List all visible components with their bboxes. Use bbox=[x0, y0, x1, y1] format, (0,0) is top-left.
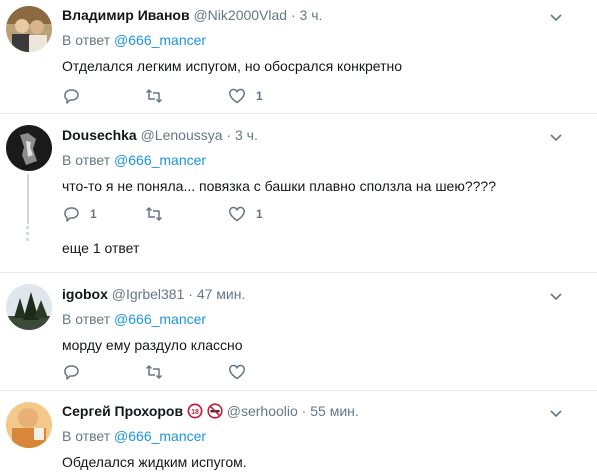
user-handle[interactable]: @Lenoussya bbox=[141, 127, 223, 143]
reply-prefix: В ответ bbox=[62, 311, 111, 327]
tweet-text: морду ему раздуло классно bbox=[62, 337, 243, 353]
separator-dot: · bbox=[188, 286, 193, 302]
reply-tweet[interactable]: Сергей Прохоров 18 @serhoolio · 55 мин. … bbox=[0, 391, 597, 472]
user-handle[interactable]: @Igrbel381 bbox=[112, 286, 185, 302]
show-more-replies-link[interactable]: еще 1 ответ bbox=[62, 240, 139, 256]
caret-down-icon[interactable] bbox=[549, 406, 565, 422]
retweet-button[interactable] bbox=[145, 205, 228, 223]
retweet-icon bbox=[145, 365, 163, 379]
tweet-header: Dousechka @Lenoussya · 3 ч. bbox=[62, 126, 587, 144]
like-count: 1 bbox=[256, 89, 263, 103]
retweet-button[interactable] bbox=[145, 87, 228, 105]
tweet-text: Обделался жидким испугом. bbox=[62, 454, 247, 470]
thread-dots bbox=[26, 226, 30, 244]
like-button[interactable] bbox=[228, 363, 311, 381]
user-name[interactable]: Dousechka bbox=[62, 127, 137, 143]
like-button[interactable]: 1 bbox=[228, 87, 311, 105]
user-name[interactable]: Сергей Прохоров bbox=[62, 403, 183, 419]
reply-button[interactable] bbox=[62, 87, 145, 105]
tweet-actions: 1 1 bbox=[62, 204, 311, 224]
timestamp[interactable]: 3 ч. bbox=[300, 7, 323, 23]
retweet-button[interactable] bbox=[145, 363, 228, 381]
mention-link[interactable]: @666_mancer bbox=[114, 152, 206, 168]
mention-link[interactable]: @666_mancer bbox=[114, 428, 206, 444]
user-handle[interactable]: @Nik2000Vlad bbox=[193, 7, 287, 23]
like-button[interactable]: 1 bbox=[228, 205, 311, 223]
tweet-actions: 1 bbox=[62, 86, 311, 106]
reply-prefix: В ответ bbox=[62, 152, 111, 168]
reply-icon bbox=[64, 207, 79, 222]
like-count: 1 bbox=[256, 207, 263, 221]
reply-button[interactable]: 1 bbox=[62, 205, 145, 223]
caret-down-icon[interactable] bbox=[549, 130, 565, 146]
tweet-header: Владимир Иванов @Nik2000Vlad · 3 ч. bbox=[62, 6, 587, 24]
timestamp[interactable]: 55 мин. bbox=[310, 403, 359, 419]
reply-tweet[interactable]: igobox @Igrbel381 · 47 мин. В ответ @666… bbox=[0, 273, 597, 391]
reply-tweet[interactable]: Dousechka @Lenoussya · 3 ч. В ответ @666… bbox=[0, 114, 597, 273]
retweet-icon bbox=[145, 89, 163, 103]
avatar[interactable] bbox=[6, 402, 52, 448]
mention-link[interactable]: @666_mancer bbox=[114, 32, 206, 48]
reply-context: В ответ @666_mancer bbox=[62, 151, 587, 169]
thread-line bbox=[27, 174, 29, 224]
reply-tweet[interactable]: Владимир Иванов @Nik2000Vlad · 3 ч. В от… bbox=[0, 0, 597, 114]
separator-dot: · bbox=[226, 127, 232, 143]
reply-prefix: В ответ bbox=[62, 428, 111, 444]
user-handle[interactable]: @serhoolio bbox=[227, 403, 298, 419]
reply-prefix: В ответ bbox=[62, 32, 111, 48]
user-name[interactable]: Владимир Иванов bbox=[62, 7, 190, 23]
caret-down-icon[interactable] bbox=[549, 10, 565, 26]
separator-dot: · bbox=[301, 403, 307, 419]
timestamp[interactable]: 47 мин. bbox=[197, 286, 246, 302]
avatar[interactable] bbox=[6, 6, 52, 52]
tweet-text: что-то я не поняла... повязка с башки пл… bbox=[62, 178, 496, 194]
user-name[interactable]: igobox bbox=[62, 286, 108, 302]
svg-text:18: 18 bbox=[191, 409, 199, 416]
avatar[interactable] bbox=[6, 284, 52, 330]
18-plus-icon: 18 bbox=[187, 403, 203, 419]
reply-icon bbox=[64, 89, 79, 104]
retweet-icon bbox=[145, 207, 163, 221]
reply-context: В ответ @666_mancer bbox=[62, 310, 587, 328]
tweet-header: Сергей Прохоров 18 @serhoolio · 55 мин. bbox=[62, 402, 587, 420]
tweet-actions bbox=[62, 362, 311, 382]
avatar[interactable] bbox=[6, 125, 52, 171]
reply-count: 1 bbox=[90, 207, 97, 221]
reply-icon bbox=[64, 365, 79, 380]
caret-down-icon[interactable] bbox=[549, 289, 565, 305]
reply-context: В ответ @666_mancer bbox=[62, 427, 587, 445]
tweet-header: igobox @Igrbel381 · 47 мин. bbox=[62, 285, 587, 303]
timestamp[interactable]: 3 ч. bbox=[235, 127, 258, 143]
reply-context: В ответ @666_mancer bbox=[62, 31, 587, 49]
like-icon bbox=[229, 206, 245, 222]
mention-link[interactable]: @666_mancer bbox=[114, 311, 206, 327]
reply-button[interactable] bbox=[62, 363, 145, 381]
no-smoking-icon bbox=[207, 403, 223, 419]
like-icon bbox=[229, 364, 245, 380]
tweet-text: Отделался легким испугом, но обосрался к… bbox=[62, 58, 403, 74]
separator-dot: · bbox=[290, 7, 296, 23]
like-icon bbox=[229, 88, 245, 104]
